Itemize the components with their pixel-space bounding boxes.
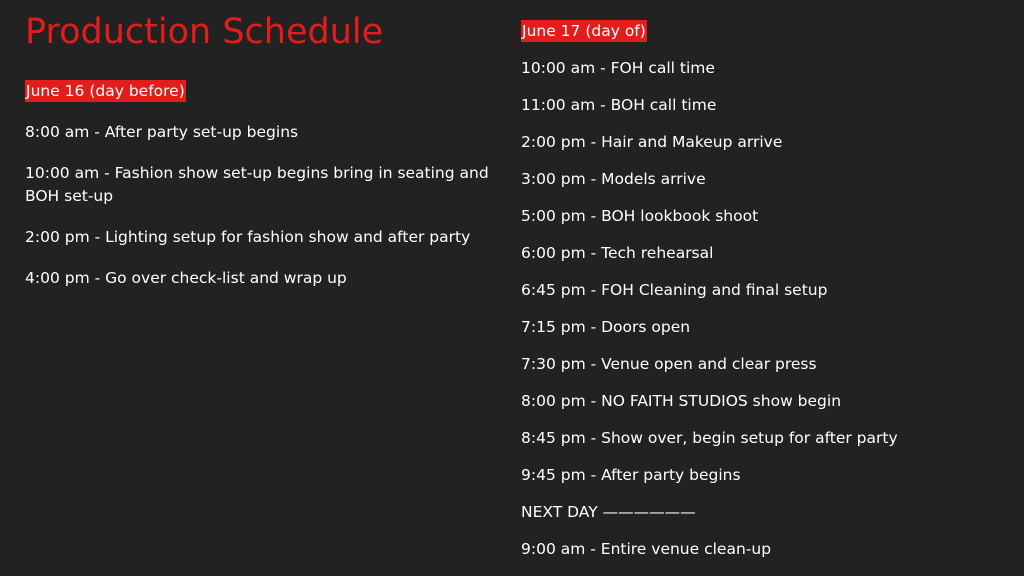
schedule-item: 6:00 pm - Tech rehearsal (521, 244, 714, 262)
schedule-item: 8:00 pm - NO FAITH STUDIOS show begin (521, 392, 842, 410)
day-before-label: June 16 (day before) (25, 80, 186, 102)
day-of-label: June 17 (day of) (521, 20, 647, 42)
schedule-item: 8:00 am - After party set-up begins (25, 123, 299, 141)
slide: { "title": "Production Schedule", "color… (0, 0, 1024, 576)
day-before-list: 8:00 am - After party set-up begins 10:0… (25, 121, 510, 290)
schedule-item: 6:45 pm - FOH Cleaning and final setup (521, 281, 828, 299)
schedule-item: 2:00 pm - Hair and Makeup arrive (521, 133, 783, 151)
schedule-item: 5:00 pm - BOH lookbook shoot (521, 207, 759, 225)
schedule-item: 7:30 pm - Venue open and clear press (521, 355, 817, 373)
day-of-column: June 17 (day of) 10:00 am - FOH call tim… (521, 20, 1011, 561)
schedule-item: 8:45 pm - Show over, begin setup for aft… (521, 429, 898, 447)
day-of-list: 10:00 am - FOH call time 11:00 am - BOH … (521, 57, 1011, 561)
page-title: Production Schedule (25, 12, 384, 52)
schedule-item: 11:00 am - BOH call time (521, 96, 717, 114)
schedule-item: 10:00 am - FOH call time (521, 59, 715, 77)
schedule-item: 7:15 pm - Doors open (521, 318, 691, 336)
day-before-column: June 16 (day before) 8:00 am - After par… (25, 80, 510, 290)
schedule-item: 9:45 pm - After party begins (521, 466, 741, 484)
schedule-item: 9:00 am - Entire venue clean-up (521, 540, 772, 558)
next-day-divider: NEXT DAY —————— (521, 503, 696, 521)
schedule-item: 4:00 pm - Go over check-list and wrap up (25, 269, 347, 287)
schedule-item: 10:00 am - Fashion show set-up begins br… (25, 164, 489, 205)
schedule-item: 2:00 pm - Lighting setup for fashion sho… (25, 228, 471, 246)
schedule-item: 3:00 pm - Models arrive (521, 170, 706, 188)
